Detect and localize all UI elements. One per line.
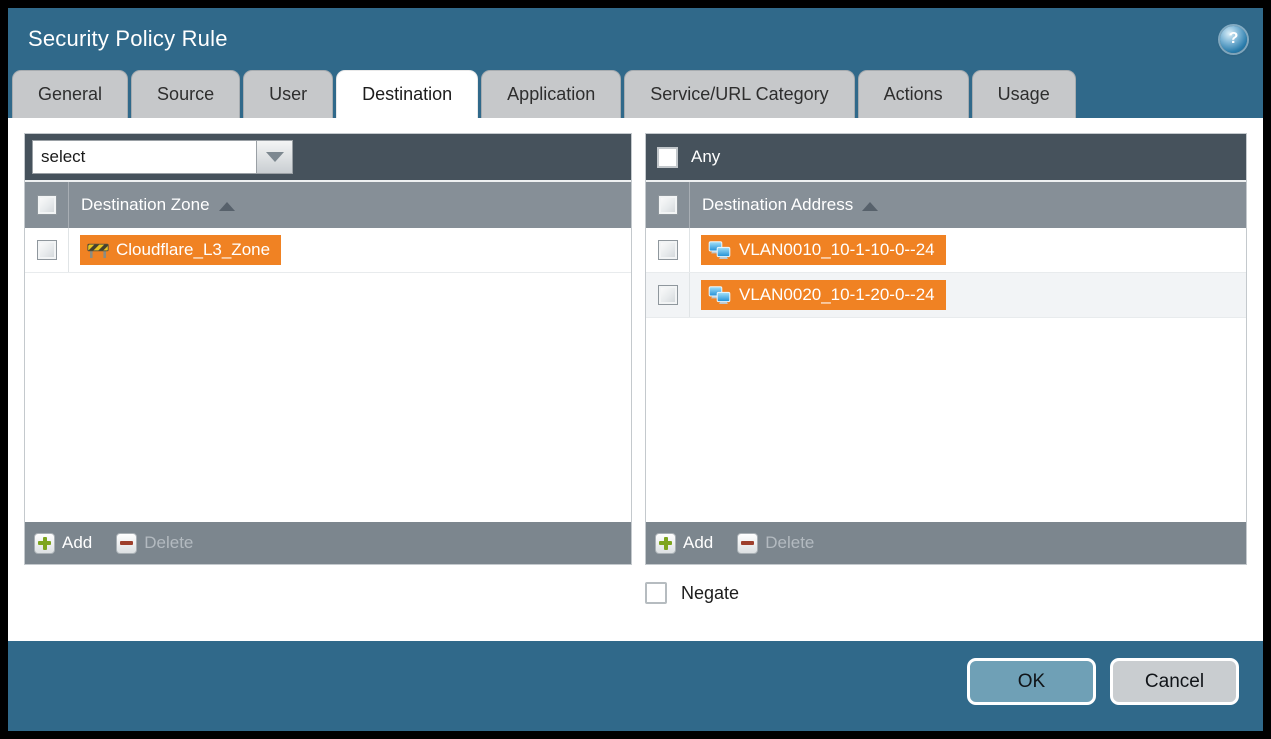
zone-filter-dropdown-button[interactable] bbox=[256, 140, 293, 174]
zone-table-header: Destination Zone bbox=[25, 182, 631, 228]
zone-item-label: Cloudflare_L3_Zone bbox=[116, 240, 270, 260]
chevron-down-icon bbox=[266, 152, 284, 162]
sort-ascending-icon bbox=[219, 202, 235, 211]
row-checkbox[interactable] bbox=[37, 240, 57, 260]
dialog-footer: OK Cancel bbox=[8, 641, 1263, 731]
destination-zone-panel: Destination Zone Cloudflare_L3_Zone bbox=[24, 133, 632, 565]
address-item[interactable]: VLAN0020_10-1-20-0--24 bbox=[701, 280, 946, 310]
tab-destination[interactable]: Destination bbox=[336, 70, 478, 118]
add-button-label: Add bbox=[62, 533, 92, 553]
network-icon bbox=[708, 241, 732, 260]
any-checkbox[interactable] bbox=[657, 147, 678, 168]
tab-general[interactable]: General bbox=[12, 70, 128, 118]
address-item[interactable]: VLAN0010_10-1-10-0--24 bbox=[701, 235, 946, 265]
delete-button-label: Delete bbox=[144, 533, 193, 553]
address-table-header: Destination Address bbox=[646, 182, 1246, 228]
minus-icon bbox=[116, 533, 137, 554]
address-add-button[interactable]: Add bbox=[655, 533, 713, 554]
sort-ascending-icon bbox=[862, 202, 878, 211]
zone-add-button[interactable]: Add bbox=[34, 533, 92, 554]
address-table-body: VLAN0010_10-1-10-0--24 VLAN bbox=[646, 228, 1246, 522]
plus-icon bbox=[34, 533, 55, 554]
table-row: Cloudflare_L3_Zone bbox=[25, 228, 631, 273]
dialog-titlebar: Security Policy Rule ? bbox=[8, 8, 1263, 70]
row-checkbox[interactable] bbox=[658, 240, 678, 260]
address-delete-button[interactable]: Delete bbox=[737, 533, 814, 554]
address-select-all-checkbox[interactable] bbox=[658, 195, 678, 215]
negate-row: Negate bbox=[645, 582, 1247, 604]
row-checkbox[interactable] bbox=[658, 285, 678, 305]
zone-filter-bar bbox=[25, 134, 631, 182]
plus-icon bbox=[655, 533, 676, 554]
zone-filter-input[interactable] bbox=[32, 140, 256, 174]
zone-item[interactable]: Cloudflare_L3_Zone bbox=[80, 235, 281, 265]
zone-filter-combobox bbox=[32, 140, 293, 174]
any-label: Any bbox=[691, 147, 720, 167]
table-row: VLAN0020_10-1-20-0--24 bbox=[646, 273, 1246, 318]
zone-icon bbox=[87, 242, 109, 259]
address-item-label: VLAN0010_10-1-10-0--24 bbox=[739, 240, 935, 260]
ok-button[interactable]: OK bbox=[967, 658, 1096, 705]
address-any-bar: Any bbox=[646, 134, 1246, 182]
dialog-title: Security Policy Rule bbox=[28, 26, 228, 52]
tab-source[interactable]: Source bbox=[131, 70, 240, 118]
zone-delete-button[interactable]: Delete bbox=[116, 533, 193, 554]
destination-address-panel: Any Destination Address bbox=[645, 133, 1247, 565]
table-row: VLAN0010_10-1-10-0--24 bbox=[646, 228, 1246, 273]
negate-checkbox[interactable] bbox=[645, 582, 667, 604]
address-column-header[interactable]: Destination Address bbox=[702, 195, 853, 215]
delete-button-label: Delete bbox=[765, 533, 814, 553]
destination-tab-content: Destination Zone Cloudflare_L3_Zone bbox=[8, 118, 1263, 641]
zone-table-body: Cloudflare_L3_Zone bbox=[25, 228, 631, 522]
tab-user[interactable]: User bbox=[243, 70, 333, 118]
minus-icon bbox=[737, 533, 758, 554]
tab-strip: General Source User Destination Applicat… bbox=[8, 70, 1263, 118]
tab-usage[interactable]: Usage bbox=[972, 70, 1076, 118]
address-toolbar: Add Delete bbox=[646, 522, 1246, 564]
tab-service-url-category[interactable]: Service/URL Category bbox=[624, 70, 854, 118]
help-icon[interactable]: ? bbox=[1220, 26, 1247, 53]
tab-application[interactable]: Application bbox=[481, 70, 621, 118]
address-item-label: VLAN0020_10-1-20-0--24 bbox=[739, 285, 935, 305]
zone-toolbar: Add Delete bbox=[25, 522, 631, 564]
add-button-label: Add bbox=[683, 533, 713, 553]
network-icon bbox=[708, 286, 732, 305]
security-policy-rule-dialog: Security Policy Rule ? General Source Us… bbox=[8, 8, 1263, 731]
zone-column-header[interactable]: Destination Zone bbox=[81, 195, 210, 215]
zone-select-all-checkbox[interactable] bbox=[37, 195, 57, 215]
cancel-button[interactable]: Cancel bbox=[1110, 658, 1239, 705]
tab-actions[interactable]: Actions bbox=[858, 70, 969, 118]
negate-label: Negate bbox=[681, 583, 739, 604]
